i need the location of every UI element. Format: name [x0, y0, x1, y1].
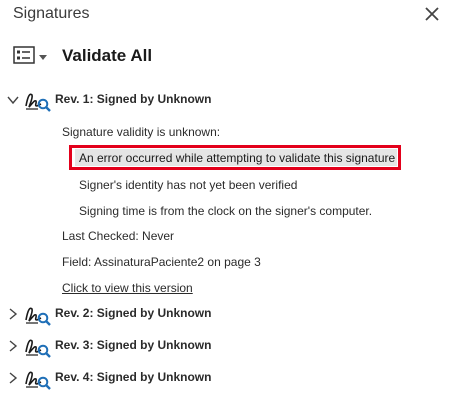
validation-error-message: An error occurred while attempting to va… — [79, 151, 396, 165]
revision-label: Rev. 4: Signed by Unknown — [55, 370, 212, 384]
signature-search-icon — [24, 303, 52, 327]
chevron-down-icon[interactable] — [6, 93, 20, 107]
chevron-right-icon[interactable] — [6, 307, 20, 321]
chevron-down-icon — [39, 48, 47, 66]
signature-search-icon — [24, 89, 52, 113]
view-version-link[interactable]: Click to view this version — [62, 281, 193, 295]
signature-search-icon — [24, 335, 52, 359]
signing-time-status: Signing time is from the clock on the si… — [79, 204, 373, 218]
signatures-panel: Signatures Validate All Rev. 1: Signed b… — [0, 0, 450, 419]
revision-row[interactable]: Rev. 1: Signed by Unknown — [6, 89, 436, 113]
chevron-right-icon[interactable] — [6, 371, 20, 385]
revision-row[interactable]: Rev. 3: Signed by Unknown — [6, 335, 436, 359]
revision-row[interactable]: Rev. 4: Signed by Unknown — [6, 367, 436, 391]
options-menu-button[interactable] — [13, 45, 49, 69]
validate-all-button[interactable]: Validate All — [62, 46, 152, 66]
revision-label: Rev. 3: Signed by Unknown — [55, 338, 212, 352]
close-icon[interactable] — [421, 3, 443, 25]
chevron-right-icon[interactable] — [6, 339, 20, 353]
panel-title: Signatures — [13, 5, 90, 22]
revision-label: Rev. 1: Signed by Unknown — [55, 92, 212, 106]
list-options-icon — [13, 45, 35, 69]
validity-status: Signature validity is unknown: — [62, 125, 221, 139]
last-checked: Last Checked: Never — [62, 229, 175, 243]
identity-status: Signer's identity has not yet been verif… — [79, 178, 298, 192]
signature-field: Field: AssinaturaPaciente2 on page 3 — [62, 255, 261, 269]
revision-row[interactable]: Rev. 2: Signed by Unknown — [6, 303, 436, 327]
revision-label: Rev. 2: Signed by Unknown — [55, 306, 212, 320]
signature-search-icon — [24, 367, 52, 391]
